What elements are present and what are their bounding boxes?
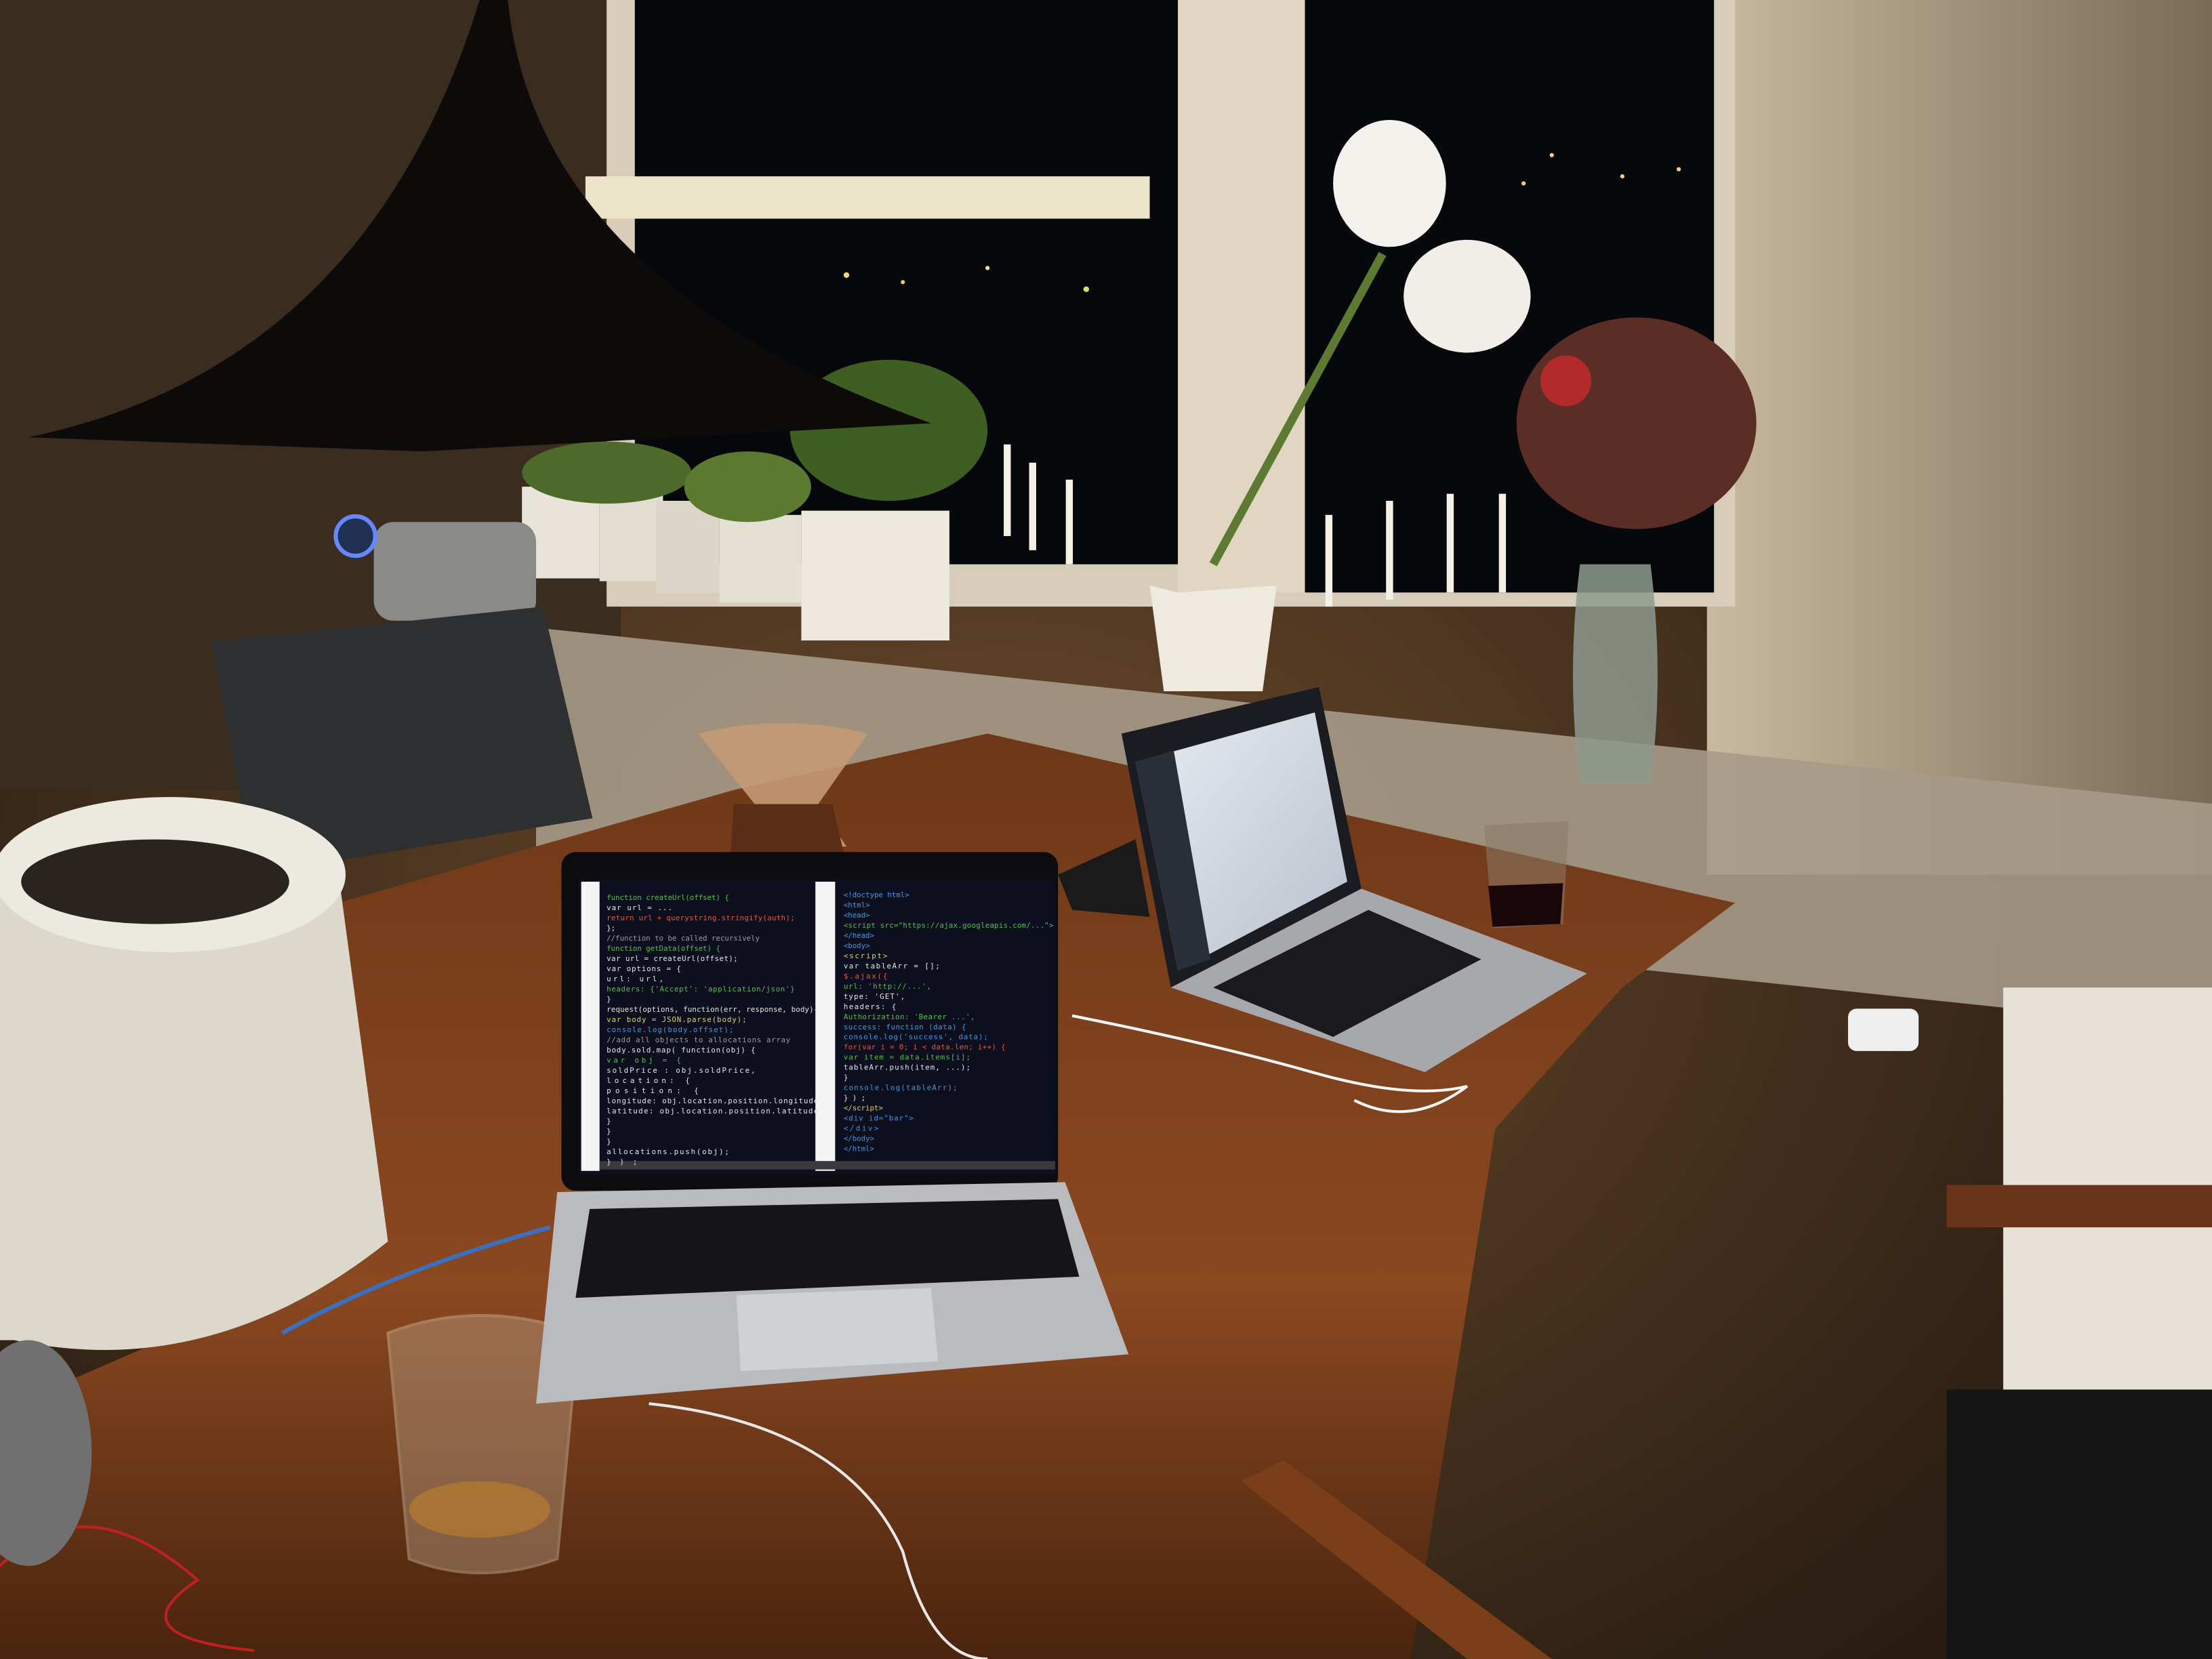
code-line: allocations.push(obj);	[607, 1147, 729, 1156]
white-bin	[0, 797, 388, 1350]
editor-left-gutter	[581, 882, 600, 1171]
code-line: url: url,	[607, 975, 663, 983]
code-line: }	[607, 1117, 611, 1126]
code-line: longitude: obj.location.position.longitu…	[607, 1097, 818, 1105]
code-line: success: function (data) {	[844, 1023, 966, 1031]
toaster	[373, 522, 537, 621]
wine-glass	[1483, 821, 1569, 928]
code-line: var item = data.items[i];	[844, 1053, 970, 1062]
code-line: });	[844, 1094, 865, 1103]
radio-dial	[333, 514, 377, 558]
code-line: }	[844, 1073, 848, 1082]
code-line: }	[607, 1137, 611, 1146]
code-line: function getData(offset) {	[607, 944, 720, 953]
code-line: headers: {	[844, 1002, 896, 1011]
code-line: //add all objects to allocations array	[607, 1036, 791, 1044]
code-line: };	[607, 924, 615, 933]
code-line: var options = {	[607, 964, 681, 973]
code-line: </body>	[844, 1134, 875, 1143]
code-line: <script>	[844, 951, 888, 960]
code-line: request(options, function(err, response,…	[607, 1005, 818, 1014]
code-line: </head>	[844, 931, 875, 940]
code-line: body.sold.map( function(obj) {	[607, 1046, 755, 1054]
code-line: var tableArr = [];	[844, 962, 940, 970]
code-line: <script src="https://ajax.googleapis.com…	[844, 921, 1054, 930]
code-line: function createUrl(offset) {	[607, 893, 729, 902]
code-line: }	[607, 1127, 611, 1136]
editor-statusbar	[599, 1161, 1056, 1170]
code-line: <body>	[844, 941, 870, 950]
code-line: return url + querystring.stringify(auth)…	[607, 914, 794, 922]
chair-seat	[1946, 1389, 2212, 1659]
code-line: url: 'http://...',	[844, 982, 931, 991]
code-line: type: 'GET',	[844, 992, 905, 1001]
code-line: var url = createUrl(offset);	[607, 954, 738, 963]
code-line: headers: {'Accept': 'application/json'}	[607, 985, 794, 994]
left-laptop-trackpad	[736, 1288, 939, 1372]
code-line: <head>	[844, 911, 870, 920]
code-line: console.log(body.offset);	[607, 1025, 733, 1034]
code-line: var obj = {	[607, 1056, 681, 1065]
code-line: for(var i = 0; i < data.len; i++) {	[844, 1043, 1006, 1052]
editor-divider	[815, 882, 836, 1171]
scene: function createUrl(offset) { var url = .…	[0, 0, 2212, 1659]
code-line: var url = ...	[607, 903, 672, 912]
code-line: </script>	[844, 1104, 884, 1113]
code-line: Authorization: 'Bearer ...',	[844, 1012, 975, 1021]
code-line: var body = JSON.parse(body);	[607, 1015, 746, 1024]
code-line: tableArr.push(item, ...);	[844, 1063, 970, 1072]
code-line: $.ajax({	[844, 972, 888, 981]
code-line: <html>	[844, 901, 870, 909]
right-wall	[1706, 0, 2212, 875]
code-line: </html>	[844, 1145, 875, 1153]
chair-armrest	[1946, 1185, 2212, 1228]
code-line: <div id="bar">	[844, 1114, 914, 1123]
cabinet-light	[585, 176, 1150, 219]
code-line: //function to be called recursively	[607, 934, 760, 943]
code-line: console.log('success', data);	[844, 1033, 988, 1042]
code-line: <!doctype html>	[844, 890, 909, 899]
code-line: }	[607, 995, 611, 1004]
code-line: console.log(tableArr);	[844, 1084, 958, 1092]
